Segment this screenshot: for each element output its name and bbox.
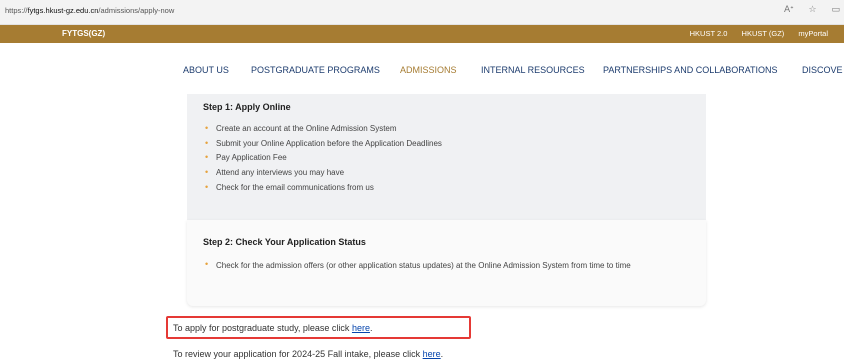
nav-item-about-us[interactable]: ABOUT US xyxy=(183,65,229,75)
list-item: Submit your Online Application before th… xyxy=(205,136,442,152)
split-screen-icon[interactable]: ▭ xyxy=(831,5,840,15)
step1-title: Step 1: Apply Online xyxy=(203,102,291,112)
step2-title: Step 2: Check Your Application Status xyxy=(203,237,366,247)
read-aloud-icon[interactable]: Aᐩ xyxy=(784,5,794,15)
top-link-hkust-gz[interactable]: HKUST (GZ) xyxy=(742,29,785,38)
nav-item-admissions[interactable]: ADMISSIONS xyxy=(400,65,457,75)
url-text[interactable]: https://fytgs.hkust-gz.edu.cn/admissions… xyxy=(5,6,174,15)
list-item: Check for the email communications from … xyxy=(205,180,442,196)
favorite-star-icon[interactable]: ☆ xyxy=(809,5,817,15)
nav-item-postgraduate-programs[interactable]: POSTGRADUATE PROGRAMS xyxy=(251,65,380,75)
apply-text: To apply for postgraduate study, please … xyxy=(173,323,352,333)
list-item: Create an account at the Online Admissio… xyxy=(205,121,442,137)
step1-list: Create an account at the Online Admissio… xyxy=(205,121,442,196)
top-link-hkust-2[interactable]: HKUST 2.0 xyxy=(690,29,728,38)
top-link-myportal[interactable]: myPortal xyxy=(798,29,828,38)
apply-here-link[interactable]: here xyxy=(352,323,370,333)
review-here-link[interactable]: here xyxy=(423,349,441,359)
nav-item-internal-resources[interactable]: INTERNAL RESOURCES xyxy=(481,65,585,75)
list-item: Attend any interviews you may have xyxy=(205,165,442,181)
url-prefix: https:// xyxy=(5,6,28,15)
step2-panel: Step 2: Check Your Application Status Ch… xyxy=(187,220,706,306)
review-suffix: . xyxy=(440,349,444,359)
nav-item-discover[interactable]: DISCOVE xyxy=(802,65,843,75)
review-line: To review your application for 2024-25 F… xyxy=(173,349,443,359)
list-item: Pay Application Fee xyxy=(205,150,442,166)
step1-panel: Step 1: Apply Online Create an account a… xyxy=(187,94,706,220)
step2-list: Check for the admission offers (or other… xyxy=(205,256,696,274)
browser-address-bar[interactable]: https://fytgs.hkust-gz.edu.cn/admissions… xyxy=(0,0,844,25)
site-name[interactable]: FYTGS(GZ) xyxy=(62,29,105,38)
apply-line: To apply for postgraduate study, please … xyxy=(173,323,372,333)
url-path: /admissions/apply-now xyxy=(98,6,175,15)
apply-suffix: . xyxy=(369,323,373,333)
review-text: To review your application for 2024-25 F… xyxy=(173,349,423,359)
url-host: fytgs.hkust-gz.edu.cn xyxy=(27,6,99,15)
list-item: Check for the admission offers (or other… xyxy=(205,256,696,274)
browser-toolbar-icons: Aᐩ ☆ ▭ xyxy=(772,5,840,15)
site-top-bar: FYTGS(GZ) HKUST 2.0 HKUST (GZ) myPortal xyxy=(0,25,844,43)
nav-item-partnerships[interactable]: PARTNERSHIPS AND COLLABORATIONS xyxy=(603,65,778,75)
top-links: HKUST 2.0 HKUST (GZ) myPortal xyxy=(678,29,828,38)
main-nav: ABOUT US POSTGRADUATE PROGRAMS ADMISSION… xyxy=(0,58,844,78)
